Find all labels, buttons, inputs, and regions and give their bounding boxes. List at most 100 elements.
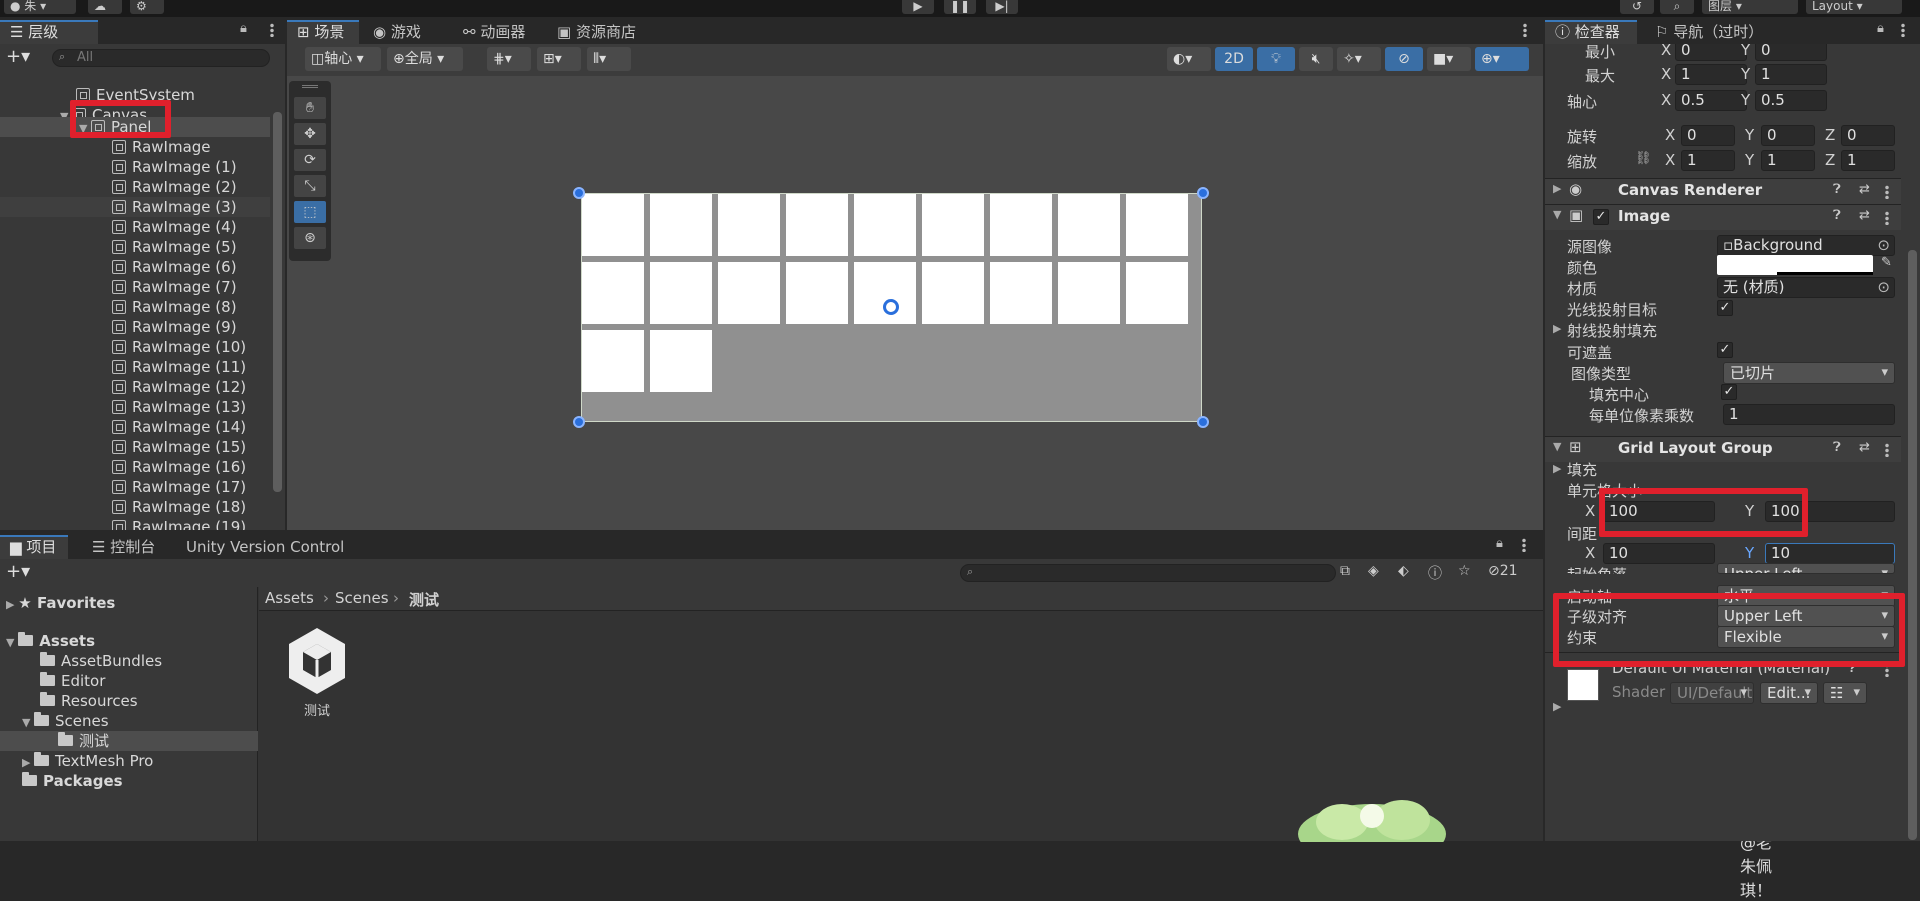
increment-snap-icon[interactable]: ⦀▾ — [587, 47, 631, 71]
link-icon[interactable]: ⛓ — [1635, 151, 1652, 166]
pause-button[interactable]: ❚❚ — [944, 0, 976, 14]
breadcrumb-current[interactable]: 测试 — [409, 589, 439, 610]
layout-dropdown[interactable]: Layout ▾ — [1806, 0, 1902, 14]
list-item[interactable]: RawImage (17) — [0, 477, 270, 497]
warning-filter-icon[interactable]: ⓘ — [1428, 563, 1442, 583]
history-icon[interactable]: ↺ — [1620, 0, 1654, 14]
source-image-field[interactable]: ▫Background ⊙ — [1717, 235, 1895, 256]
grid-cell-image[interactable] — [854, 194, 916, 256]
image-type-dropdown[interactable]: 已切片 — [1723, 362, 1895, 384]
grid-cell-image[interactable] — [650, 330, 712, 392]
drag-handle[interactable] — [302, 85, 318, 88]
folder-item[interactable]: AssetBundles — [40, 651, 162, 671]
project-search[interactable]: ⌕ — [960, 564, 1336, 582]
rect-tool-icon[interactable]: ⬚ — [294, 201, 326, 223]
list-item[interactable]: RawImage (12) — [0, 377, 270, 397]
inspector-scrollbar[interactable] — [1905, 44, 1920, 841]
grid-cell-image[interactable] — [1058, 262, 1120, 324]
list-item[interactable]: RawImage (18) — [0, 497, 270, 517]
rect-handle[interactable] — [1197, 416, 1209, 428]
global-toggle[interactable]: ⊕全局 ▾ — [387, 47, 463, 71]
image-enabled-checkbox[interactable]: ✓ — [1593, 209, 1609, 225]
pivot-x-field[interactable]: 0.5 — [1675, 90, 1747, 111]
list-item[interactable]: RawImage (5) — [0, 237, 270, 257]
min-x-field[interactable]: 0 — [1675, 44, 1747, 61]
spacing-x-field[interactable]: 10 — [1603, 543, 1715, 564]
grid-cell-image[interactable] — [650, 262, 712, 324]
hierarchy-search[interactable]: ⌕ All — [52, 49, 270, 67]
list-item[interactable]: RawImage — [0, 137, 270, 157]
add-button[interactable]: +▾ — [6, 561, 30, 582]
grid-cell-image[interactable] — [990, 194, 1052, 256]
grid-snap-icon[interactable]: ⊞▾ — [537, 47, 581, 71]
expand-arrow-icon[interactable]: ▶ — [1553, 182, 1561, 195]
folder-item-selected[interactable]: 测试 — [0, 731, 258, 751]
grid-cell-image[interactable] — [1126, 194, 1188, 256]
more-menu-icon[interactable] — [1901, 23, 1905, 37]
hierarchy-scrollbar[interactable] — [270, 72, 285, 530]
grid-cell-image[interactable] — [786, 194, 848, 256]
packages-item[interactable]: Packages — [22, 771, 123, 791]
tab-animator[interactable]: ⚯ 动画器 — [453, 20, 535, 44]
scene-asset[interactable]: 测试 — [285, 626, 351, 726]
eyedropper-icon[interactable]: ✎ — [1881, 255, 1892, 270]
scale-y-field[interactable]: 1 — [1761, 150, 1815, 171]
list-item[interactable]: RawImage (16) — [0, 457, 270, 477]
start-corner-dropdown[interactable]: Upper Left — [1717, 563, 1895, 574]
max-x-field[interactable]: 1 — [1675, 64, 1747, 85]
scale-x-field[interactable]: 1 — [1681, 150, 1735, 171]
assets-item[interactable]: ▼ Assets — [6, 631, 95, 651]
expand-arrow-icon[interactable]: ▶ — [1553, 700, 1561, 713]
list-item[interactable]: RawImage (8) — [0, 297, 270, 317]
folder-item[interactable]: ▶ TextMesh Pro — [22, 751, 153, 771]
max-y-field[interactable]: 1 — [1755, 64, 1827, 85]
grid-cell-image[interactable] — [990, 262, 1052, 324]
list-item[interactable]: RawImage (3) — [0, 197, 270, 217]
edit-shader-button[interactable]: Edit... — [1760, 682, 1818, 704]
folder-item[interactable]: ▼ Scenes — [22, 711, 109, 731]
grid-cell-image[interactable] — [718, 194, 780, 256]
grid-cell-image[interactable] — [854, 262, 916, 324]
tab-asset-store[interactable]: ▣ 资源商店 — [547, 20, 646, 44]
shading-mode-icon[interactable]: ◐▾ — [1167, 47, 1211, 71]
list-item[interactable]: RawImage (19) — [0, 517, 270, 530]
grid-cell-image[interactable] — [922, 262, 984, 324]
lock-icon[interactable]: 🔒︎ — [1496, 536, 1503, 551]
breadcrumb-scenes[interactable]: Scenes — [335, 589, 389, 607]
image-header[interactable]: ▼ ▣ ✓ Image ❓︎ ⇄ — [1545, 204, 1901, 230]
list-item[interactable]: RawImage (6) — [0, 257, 270, 277]
color-swatch[interactable] — [1717, 255, 1873, 275]
camera-icon[interactable]: ■▾ — [1427, 47, 1471, 71]
ppu-field[interactable]: 1 — [1723, 404, 1895, 425]
presets-icon[interactable]: ⇄ — [1859, 208, 1870, 223]
tab-inspector[interactable]: ⓘ 检查器 — [1545, 20, 1637, 44]
rect-handle[interactable] — [1197, 187, 1209, 199]
filter-type-icon[interactable]: ◈ — [1368, 563, 1379, 579]
list-item[interactable]: RawImage (9) — [0, 317, 270, 337]
hand-tool-icon[interactable]: ✋︎ — [294, 97, 326, 119]
rotation-z-field[interactable]: 0 — [1841, 125, 1895, 146]
list-item[interactable]: RawImage (4) — [0, 217, 270, 237]
expand-arrow-icon[interactable]: ▶ — [1553, 462, 1561, 475]
scale-tool-icon[interactable]: ⤡ — [294, 175, 326, 197]
more-menu-icon[interactable] — [270, 23, 274, 37]
play-button[interactable]: ▶ — [902, 0, 934, 14]
audio-toggle-icon[interactable]: 🔇︎ — [1299, 47, 1333, 71]
pivot-y-field[interactable]: 0.5 — [1755, 90, 1827, 111]
move-tool-icon[interactable]: ✥ — [294, 123, 326, 145]
raycast-padding-label[interactable]: 射线投射填充 — [1567, 320, 1657, 341]
tab-game[interactable]: ◉ 游戏 — [363, 20, 431, 44]
tab-project[interactable]: ▆ 项目 — [0, 535, 68, 559]
lock-icon[interactable]: 🔒︎ — [240, 21, 247, 36]
help-icon[interactable]: ❓︎ — [1833, 182, 1841, 197]
maskable-checkbox[interactable]: ✓ — [1717, 342, 1733, 358]
effects-icon[interactable]: ✧▾ — [1337, 47, 1381, 71]
lock-icon[interactable]: 🔒︎ — [1877, 21, 1884, 36]
help-icon[interactable]: ❓︎ — [1833, 440, 1841, 455]
cloud-icon[interactable]: ☁ — [88, 0, 122, 14]
list-item[interactable]: RawImage (14) — [0, 417, 270, 437]
grid-layout-header[interactable]: ▼ ⊞ Grid Layout Group ❓︎ ⇄ — [1545, 436, 1901, 462]
shader-dropdown[interactable]: UI/Default — [1670, 682, 1754, 704]
search-icon[interactable]: ⌕ — [1660, 0, 1694, 14]
search-mode-icon[interactable]: ⧉ — [1340, 563, 1350, 579]
